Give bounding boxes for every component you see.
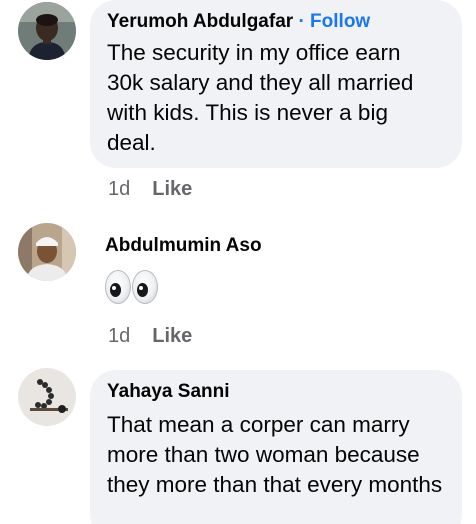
follow-separator: · [298,11,305,32]
comment-body: Abdulmumin Aso 👀 [105,234,262,304]
avatar[interactable] [18,368,76,426]
follow-button[interactable]: Follow [310,11,370,32]
eye-icon [132,270,158,304]
avatar[interactable] [18,223,76,281]
author-name[interactable]: Yahaya Sanni [107,380,444,404]
author-name[interactable]: Yerumoh Abdulgafar [107,11,293,32]
comment-actions: 1d Like [108,178,192,201]
eyes-emoji-icon [105,270,262,304]
comment-text: 👀 [105,304,106,305]
eye-icon [105,270,131,304]
profile-photo-icon [18,368,76,426]
comment-time[interactable]: 1d [108,178,130,200]
comments-feed: Yerumoh Abdulgafar · Follow The security… [0,0,476,524]
comment-text: The security in my office earn 30k salar… [107,40,414,155]
comment-item: Yahaya Sanni That mean a corper can marr… [0,366,476,524]
comment-time[interactable]: 1d [108,325,130,347]
comment-text: That mean a corper can marry more than t… [107,412,443,497]
profile-photo-icon [18,223,76,281]
like-button[interactable]: Like [152,325,192,347]
comment-header: Yerumoh Abdulgafar · Follow [107,10,442,34]
comment-bubble: Yerumoh Abdulgafar · Follow The security… [90,0,462,168]
comment-actions: 1d Like [108,325,192,348]
avatar[interactable] [18,2,76,60]
comment-bubble: Yahaya Sanni That mean a corper can marr… [90,370,462,524]
profile-photo-icon [18,2,76,60]
comment-item: Abdulmumin Aso 👀 1d Like [0,222,476,362]
like-button[interactable]: Like [152,178,192,200]
comment-item: Yerumoh Abdulgafar · Follow The security… [0,0,476,210]
author-name[interactable]: Abdulmumin Aso [105,234,262,258]
